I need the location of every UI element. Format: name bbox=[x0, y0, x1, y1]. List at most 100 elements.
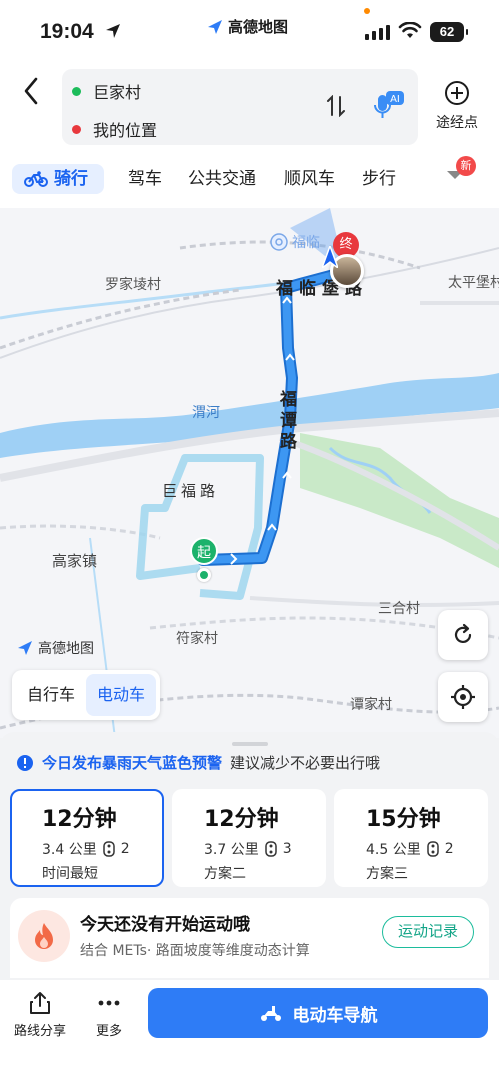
station-marker[interactable]: 福临 bbox=[270, 232, 320, 252]
flame-icon bbox=[18, 910, 70, 962]
wifi-icon bbox=[398, 22, 422, 38]
refresh-icon bbox=[454, 623, 472, 644]
share-icon bbox=[30, 992, 50, 1014]
share-label: 路线分享 bbox=[14, 1024, 67, 1039]
plus-circle-icon bbox=[445, 81, 469, 105]
location-arrow-icon bbox=[106, 24, 120, 38]
destination-field[interactable]: 我的位置 bbox=[93, 117, 157, 141]
route-input-box: 巨家村 我的位置 AI bbox=[62, 69, 418, 145]
navigation-label: 电动车导航 bbox=[292, 1005, 378, 1026]
tab-public-transit[interactable]: 公共交通 bbox=[188, 164, 256, 194]
sport-card: 今天还没有开始运动哦 结合 METs· 路面坡度等维度动态计算 运动记录 bbox=[10, 898, 489, 978]
swap-route-icon[interactable] bbox=[326, 95, 346, 117]
ai-voice-icon[interactable]: AI bbox=[370, 89, 406, 125]
traffic-light-icon bbox=[102, 841, 115, 857]
sport-subtitle: 结合 METs· 路面坡度等维度动态计算 bbox=[80, 943, 310, 959]
tab-driving[interactable]: 驾车 bbox=[128, 164, 162, 194]
new-badge: 新 bbox=[456, 156, 476, 176]
origin-dot-icon bbox=[72, 86, 81, 96]
tab-walking[interactable]: 步行 bbox=[362, 164, 396, 194]
route-time: 12分钟 bbox=[42, 807, 117, 832]
origin-field[interactable]: 巨家村 bbox=[93, 79, 141, 103]
route-lights: 2 bbox=[120, 841, 130, 857]
scooter-icon bbox=[260, 1006, 281, 1021]
bicycle-icon bbox=[24, 171, 48, 187]
map-label-village: 三合村 bbox=[378, 601, 420, 617]
route-meta: 3.4 公里 2 bbox=[42, 839, 162, 859]
share-route-button[interactable]: 路线分享 bbox=[14, 990, 66, 1039]
add-waypoint-button[interactable]: 途经点 bbox=[430, 80, 484, 132]
ai-badge: AI bbox=[390, 94, 400, 105]
more-label: 更多 bbox=[96, 1024, 123, 1039]
tabs-fade bbox=[412, 164, 442, 194]
back-arrow-icon[interactable] bbox=[18, 74, 46, 108]
destination-dot-icon bbox=[72, 124, 81, 134]
origin-row[interactable]: 巨家村 bbox=[72, 79, 141, 103]
traffic-light-icon bbox=[264, 841, 277, 857]
map-label-village: 符家村 bbox=[176, 631, 218, 647]
tab-cycling[interactable]: 骑行 bbox=[12, 164, 104, 194]
route-lights: 2 bbox=[444, 841, 454, 857]
cellular-signal-icon bbox=[365, 25, 390, 40]
refresh-button[interactable] bbox=[438, 610, 488, 660]
station-label: 福临 bbox=[292, 235, 320, 251]
ebike-option[interactable]: 电动车 bbox=[86, 674, 156, 716]
route-time: 15分钟 bbox=[366, 807, 441, 832]
map-label-river: 渭河 bbox=[192, 405, 220, 421]
app-brand: 高德地图 bbox=[206, 16, 288, 37]
tab-carpool[interactable]: 顺风车 bbox=[284, 164, 335, 194]
alert-highlight: 今日发布暴雨天气蓝色预警 bbox=[42, 754, 223, 772]
alert-text: 建议减少不必要出行哦 bbox=[230, 754, 381, 772]
vehicle-toggle: 自行车 电动车 bbox=[12, 670, 160, 720]
route-meta: 3.7 公里 3 bbox=[204, 839, 326, 859]
recording-dot bbox=[364, 8, 370, 14]
map-label-village: 罗家堎村 bbox=[105, 277, 161, 293]
sport-record-button[interactable]: 运动记录 bbox=[382, 916, 474, 948]
route-distance: 3.7 公里 bbox=[204, 842, 259, 858]
map-logo-label: 高德地图 bbox=[38, 641, 94, 657]
status-bar: 19:04 高德地图 62 bbox=[0, 0, 499, 62]
destination-row[interactable]: 我的位置 bbox=[72, 117, 157, 141]
map-logo: 高德地图 bbox=[16, 638, 94, 658]
sport-title: 今天还没有开始运动哦 bbox=[80, 915, 250, 935]
route-header: 巨家村 我的位置 AI 途经点 bbox=[0, 62, 499, 150]
route-distance: 3.4 公里 bbox=[42, 842, 97, 858]
map-canvas bbox=[0, 208, 499, 738]
locate-button[interactable] bbox=[438, 672, 488, 722]
route-option[interactable]: 15分钟 4.5 公里 2 方案三 bbox=[334, 789, 488, 887]
map-label-town: 高家镇 bbox=[52, 552, 98, 570]
route-option[interactable]: 12分钟 3.7 公里 3 方案二 bbox=[172, 789, 326, 887]
route-distance: 4.5 公里 bbox=[366, 842, 421, 858]
info-icon bbox=[17, 754, 33, 771]
more-button[interactable]: 更多 bbox=[96, 990, 122, 1039]
app-brand-label: 高德地图 bbox=[228, 18, 289, 36]
sheet-handle[interactable] bbox=[232, 742, 268, 746]
route-sheet: 今日发布暴雨天气蓝色预警 建议减少不必要出行哦 12分钟 3.4 公里 2 时间… bbox=[0, 732, 499, 982]
weather-alert[interactable]: 今日发布暴雨天气蓝色预警 建议减少不必要出行哦 bbox=[16, 752, 380, 773]
waypoint-label: 途经点 bbox=[436, 115, 478, 131]
locate-icon bbox=[451, 685, 475, 709]
start-point bbox=[197, 568, 211, 582]
road-label: 福谭路 bbox=[276, 390, 296, 453]
bicycle-option[interactable]: 自行车 bbox=[16, 674, 86, 716]
route-tag: 方案三 bbox=[366, 866, 408, 882]
route-lights: 3 bbox=[282, 841, 292, 857]
start-marker[interactable]: 起 bbox=[190, 537, 218, 565]
route-tag: 时间最短 bbox=[42, 866, 98, 882]
start-navigation-button[interactable]: 电动车导航 bbox=[148, 988, 488, 1038]
road-label: 巨福路 bbox=[162, 482, 220, 500]
more-dots-icon bbox=[98, 1000, 120, 1006]
route-option[interactable]: 12分钟 3.4 公里 2 时间最短 bbox=[10, 789, 164, 887]
route-tag: 方案二 bbox=[204, 866, 246, 882]
map-label-village: 太平堡村 bbox=[448, 275, 499, 291]
route-meta: 4.5 公里 2 bbox=[366, 839, 488, 859]
battery-indicator: 62 bbox=[430, 22, 468, 42]
route-time: 12分钟 bbox=[204, 807, 279, 832]
station-icon bbox=[270, 233, 288, 251]
heading-arrow-icon bbox=[322, 246, 338, 268]
map-label-village: 谭家村 bbox=[350, 697, 392, 713]
map-view[interactable]: 罗家堎村 太平堡村 渭河 高家镇 三合村 符家村 谭家村 福临堡路 福谭路 巨福… bbox=[0, 208, 499, 738]
amap-logo-icon bbox=[208, 19, 222, 34]
bottom-bar: 路线分享 更多 电动车导航 bbox=[0, 980, 499, 1080]
traffic-light-icon bbox=[426, 841, 439, 857]
